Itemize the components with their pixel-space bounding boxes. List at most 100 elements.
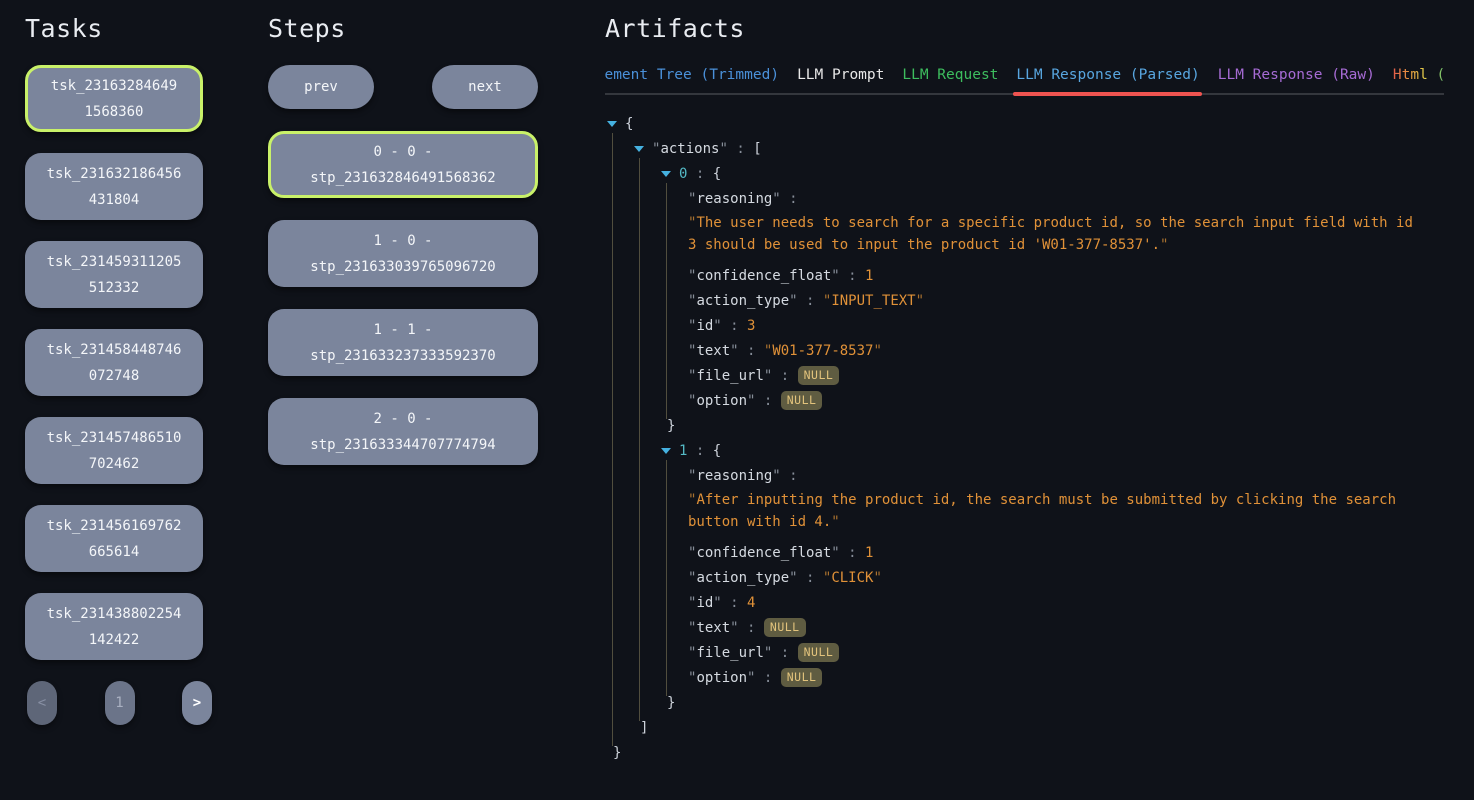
- json-token: ": [764, 645, 772, 661]
- step-button[interactable]: 1 - 0 - stp_231633039765096720: [268, 220, 538, 287]
- json-token: ": [719, 141, 727, 157]
- json-token: :: [798, 293, 823, 309]
- tab-llm-request[interactable]: LLM Request: [902, 67, 998, 83]
- json-number-value: 4: [747, 595, 755, 611]
- json-string-value: INPUT_TEXT: [831, 293, 915, 309]
- json-number-value: 1: [865, 268, 873, 284]
- json-token: ": [688, 293, 696, 309]
- json-token: :: [687, 166, 712, 182]
- json-token: ": [916, 293, 924, 309]
- json-key: option: [696, 393, 747, 409]
- json-string-value: CLICK: [831, 570, 873, 586]
- json-token: ": [764, 368, 772, 384]
- json-token: ": [688, 570, 696, 586]
- task-button[interactable]: tsk_231632186456431804: [25, 153, 203, 220]
- json-token: }: [613, 745, 621, 761]
- json-token: ": [873, 570, 881, 586]
- task-button[interactable]: tsk_231458448746072748: [25, 329, 203, 396]
- task-button[interactable]: tsk_231456169762665614: [25, 505, 203, 572]
- json-tree-viewer: {"actions" : [0 : {"reasoning" : "The us…: [605, 111, 1474, 765]
- json-token: ": [688, 343, 696, 359]
- json-token: ": [772, 468, 780, 484]
- json-token: After inputting the product id, the sear…: [688, 492, 1404, 530]
- collapse-toggle-icon[interactable]: [607, 121, 617, 127]
- step-button[interactable]: 0 - 0 - stp_231632846491568362: [268, 131, 538, 198]
- tasks-title: Tasks: [25, 14, 203, 43]
- json-token: :: [728, 141, 753, 157]
- json-property-file_url: "file_url" : NULL: [607, 363, 1474, 388]
- json-token: :: [722, 318, 747, 334]
- json-token: ": [688, 368, 696, 384]
- json-token: }: [667, 418, 675, 434]
- json-property-option: "option" : NULL: [607, 665, 1474, 690]
- steps-title: Steps: [268, 14, 538, 43]
- json-token: ": [789, 293, 797, 309]
- json-property-confidence_float: "confidence_float" : 1: [607, 263, 1474, 288]
- collapse-toggle-icon[interactable]: [634, 146, 644, 152]
- json-token: ": [652, 141, 660, 157]
- json-token: ": [688, 268, 696, 284]
- json-token: :: [739, 620, 764, 636]
- pagination-page-button[interactable]: 1: [105, 681, 135, 725]
- pagination-prev-button[interactable]: <: [27, 681, 57, 725]
- task-button[interactable]: tsk_231459311205512332: [25, 241, 203, 308]
- step-list: 0 - 0 - stp_231632846491568362 1 - 0 - st…: [268, 131, 538, 465]
- json-property-action_type: "action_type" : "CLICK": [607, 565, 1474, 590]
- json-number-value: 1: [865, 545, 873, 561]
- json-root-line: {: [607, 111, 1474, 136]
- json-token: ": [688, 620, 696, 636]
- json-token: ": [688, 393, 696, 409]
- json-array-item-1: 1 : {: [607, 438, 1474, 463]
- json-key: action_type: [696, 293, 789, 309]
- task-button[interactable]: tsk_231457486510702462: [25, 417, 203, 484]
- task-button[interactable]: tsk_231632846491568360: [25, 65, 203, 132]
- json-key: file_url: [696, 645, 763, 661]
- json-token: :: [755, 393, 780, 409]
- json-close-bracket: }: [607, 740, 1474, 765]
- json-number-value: 3: [747, 318, 755, 334]
- tab-llm-prompt[interactable]: LLM Prompt: [797, 67, 884, 83]
- json-token: ": [747, 670, 755, 686]
- json-token: The user needs to search for a specific …: [688, 215, 1421, 253]
- indent-guide: [612, 133, 613, 746]
- json-token: ": [688, 191, 696, 207]
- json-key: reasoning: [696, 191, 772, 207]
- next-step-button[interactable]: next: [432, 65, 538, 109]
- json-null-badge: NULL: [781, 391, 823, 410]
- active-tab-underline: [1013, 92, 1202, 96]
- json-token: ": [730, 343, 738, 359]
- tab-html-raw[interactable]: Html (Raw): [1393, 67, 1444, 83]
- json-token: ": [823, 293, 831, 309]
- json-token: :: [739, 343, 764, 359]
- json-key: file_url: [696, 368, 763, 384]
- indent-guide: [666, 183, 667, 419]
- json-array-index: 1: [679, 443, 687, 459]
- tab-element-tree-trimmed[interactable]: Element Tree (Trimmed): [605, 67, 779, 83]
- step-button[interactable]: 1 - 1 - stp_231633237333592370: [268, 309, 538, 376]
- artifacts-panel: Artifacts Element Tree (Trimmed)LLM Prom…: [605, 0, 1474, 800]
- json-array-index: 0: [679, 166, 687, 182]
- json-token: :: [840, 268, 865, 284]
- tab-llm-response-parsed[interactable]: LLM Response (Parsed): [1016, 67, 1199, 83]
- task-button[interactable]: tsk_231438802254142422: [25, 593, 203, 660]
- collapse-toggle-icon[interactable]: [661, 448, 671, 454]
- json-property-file_url: "file_url" : NULL: [607, 640, 1474, 665]
- json-root-line: "The user needs to search for a specific…: [607, 212, 1474, 256]
- tab-llm-response-raw[interactable]: LLM Response (Raw): [1218, 67, 1375, 83]
- json-token: ": [713, 318, 721, 334]
- json-token: ]: [640, 720, 648, 736]
- pagination-next-button[interactable]: >: [182, 681, 212, 725]
- json-null-badge: NULL: [781, 668, 823, 687]
- task-list: tsk_231632846491568360 tsk_23163218645643…: [25, 65, 203, 660]
- json-token: ": [688, 468, 696, 484]
- tab-underline-track: [605, 93, 1444, 95]
- json-token: :: [687, 443, 712, 459]
- step-button[interactable]: 2 - 0 - stp_231633344707774794: [268, 398, 538, 465]
- prev-step-button[interactable]: prev: [268, 65, 374, 109]
- json-token: ": [831, 514, 839, 530]
- json-null-badge: NULL: [798, 643, 840, 662]
- collapse-toggle-icon[interactable]: [661, 171, 671, 177]
- json-property-text: "text" : NULL: [607, 615, 1474, 640]
- json-property-reasoning: "reasoning" :: [607, 186, 1474, 211]
- json-property-actions: "actions" : [: [607, 136, 1474, 161]
